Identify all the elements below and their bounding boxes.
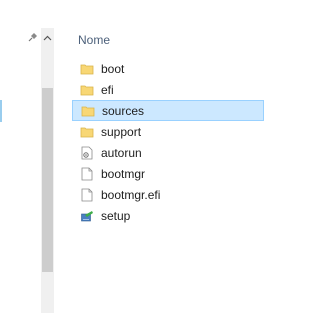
list-item-boot[interactable]: boot: [72, 58, 265, 79]
folder-icon: [81, 106, 95, 116]
settings-file-icon: [81, 146, 93, 159]
list-item-bootmgr-efi[interactable]: bootmgr.efi: [72, 184, 265, 205]
nav-selection-accent: [0, 100, 2, 122]
file-name: autorun: [101, 145, 142, 160]
folder-icon: [80, 127, 94, 137]
vertical-scrollbar[interactable]: [41, 28, 54, 313]
list-item-autorun[interactable]: autorun: [72, 142, 265, 163]
file-icon: [81, 167, 93, 180]
file-name: bootmgr: [101, 166, 146, 181]
setup-app-icon: [81, 210, 93, 221]
folder-icon: [80, 64, 94, 74]
list-item-sources[interactable]: sources: [72, 100, 264, 121]
list-item-setup[interactable]: setup: [72, 205, 265, 226]
file-name: sources: [102, 103, 145, 118]
file-name: efi: [101, 82, 114, 97]
list-item-bootmgr[interactable]: bootmgr: [72, 163, 265, 184]
folder-icon: [80, 85, 94, 95]
list-item-support[interactable]: support: [72, 121, 265, 142]
file-icon: [81, 188, 93, 201]
scroll-up-arrow-icon[interactable]: [41, 32, 54, 44]
navigation-pane: [0, 0, 38, 313]
file-name: bootmgr.efi: [101, 187, 161, 202]
file-name: support: [101, 124, 142, 139]
pin-icon[interactable]: [27, 31, 39, 43]
scrollbar-thumb[interactable]: [42, 88, 53, 272]
file-list: boot efi sources support autorun bootmgr…: [72, 58, 265, 226]
file-name: setup: [101, 208, 131, 223]
column-header-name[interactable]: Nome: [78, 33, 110, 47]
file-name: boot: [101, 61, 125, 76]
list-item-efi[interactable]: efi: [72, 79, 265, 100]
